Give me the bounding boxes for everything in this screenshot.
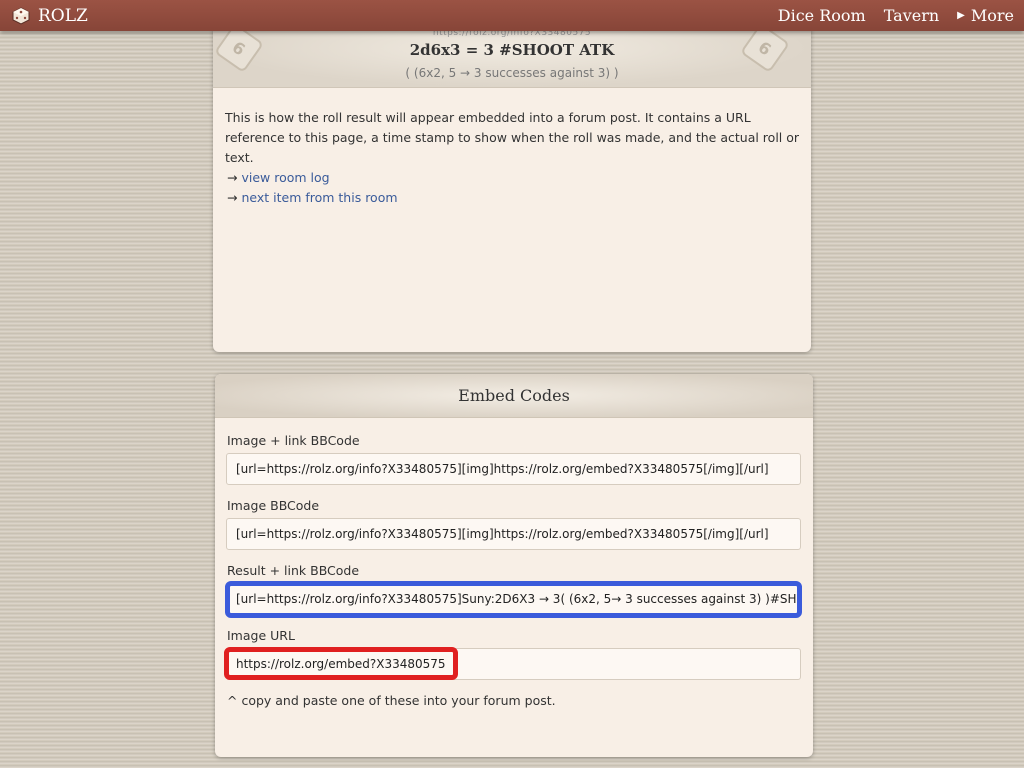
image-url-field[interactable]: https://rolz.org/embed?X33480575 <box>226 648 801 680</box>
image-link-bbcode-label: Image + link BBCode <box>227 433 360 448</box>
arrow-right-icon: → <box>227 190 238 205</box>
embed-codes-card: Embed Codes Image + link BBCode [url=htt… <box>215 374 813 757</box>
next-item-row: → next item from this room <box>227 188 398 208</box>
nav-more[interactable]: ▶ More <box>957 6 1014 25</box>
view-room-log-link[interactable]: view room log <box>241 170 329 185</box>
view-room-log-row: → view room log <box>227 168 398 188</box>
result-link-bbcode-label: Result + link BBCode <box>227 563 360 578</box>
roll-detail: ( (6x2, 5 → 3 successes against 3) ) <box>405 66 619 80</box>
triangle-right-icon: ▶ <box>957 10 965 21</box>
roll-expression: 2d6x3 = 3 #SHOOT ATK <box>409 41 615 59</box>
image-bbcode-label: Image BBCode <box>227 498 320 513</box>
embed-codes-title: Embed Codes <box>215 374 813 418</box>
next-item-link[interactable]: next item from this room <box>241 190 397 205</box>
copy-paste-hint: ^ copy and paste one of these into your … <box>227 693 556 708</box>
nav-tavern[interactable]: Tavern <box>884 6 939 25</box>
main-nav: Dice Room Tavern ▶ More <box>778 5 1014 26</box>
image-bbcode-field[interactable]: [url=https://rolz.org/info?X33480575][im… <box>226 518 801 550</box>
roll-result-banner: 6 6 https://rolz.org/info?X33480575 2d6x… <box>213 22 811 88</box>
roll-description: This is how the roll result will appear … <box>225 110 800 165</box>
brand-name: ROLZ <box>38 5 88 26</box>
dice-icon <box>12 6 30 25</box>
arrow-right-icon: → <box>227 170 238 185</box>
room-links: → view room log → next item from this ro… <box>227 168 398 208</box>
top-navigation-bar: ROLZ Dice Room Tavern ▶ More <box>0 0 1024 31</box>
nav-dice-room[interactable]: Dice Room <box>778 6 866 25</box>
roll-result-card: 6 6 https://rolz.org/info?X33480575 2d6x… <box>213 22 811 352</box>
nav-more-label: More <box>970 6 1014 25</box>
image-link-bbcode-field[interactable]: [url=https://rolz.org/info?X33480575][im… <box>226 453 801 485</box>
image-url-label: Image URL <box>227 628 295 643</box>
brand-logo[interactable]: ROLZ <box>12 5 88 26</box>
result-link-bbcode-field[interactable]: [url=https://rolz.org/info?X33480575]Sun… <box>226 583 801 615</box>
